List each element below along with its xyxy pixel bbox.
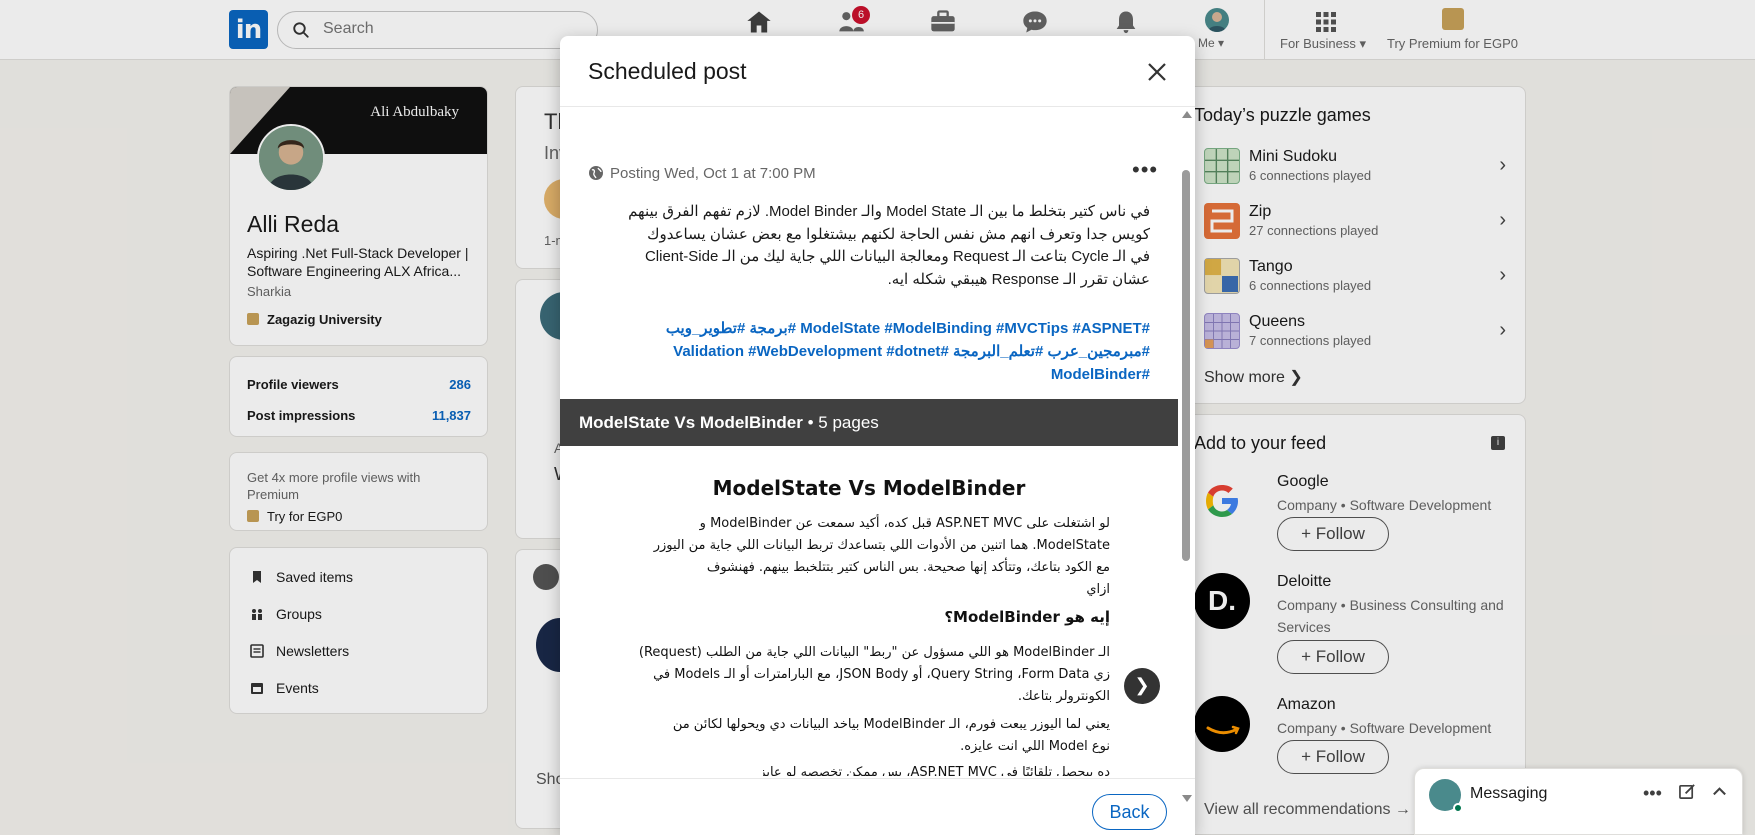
- document-paragraph: يعني لما اليوزر يبعت فورم، الـ ModelBind…: [672, 717, 1110, 754]
- close-icon[interactable]: [1143, 58, 1171, 86]
- document-subheading: إيه هو ModelBinder؟: [944, 608, 1110, 626]
- post-hashtags[interactable]: #ModelState #ModelBinding #MVCTips #ASPN…: [588, 317, 1150, 386]
- posting-schedule: Posting Wed, Oct 1 at 7:00 PM: [588, 165, 816, 182]
- document-paragraph: لو اشتغلت على ASP.NET MVC قبل كده، أكيد …: [653, 516, 1110, 597]
- messaging-dock[interactable]: Messaging •••: [1414, 768, 1743, 835]
- messaging-label[interactable]: Messaging: [1470, 785, 1547, 803]
- globe-icon: [589, 166, 603, 180]
- document-paragraph: الـ ModelBinder هو اللي مسؤول عن "ربط" ا…: [638, 645, 1110, 704]
- compose-icon[interactable]: [1679, 783, 1696, 805]
- document-header-bar: ModelState Vs ModelBinder • 5 pages: [560, 399, 1178, 446]
- document-page[interactable]: ModelState Vs ModelBinder لو اشتغلت على …: [560, 446, 1178, 778]
- scroll-up-arrow[interactable]: [1182, 111, 1192, 118]
- post-line: في الـ Cycle بتاعت الـ Request ومعالجة ا…: [644, 248, 1150, 265]
- chevron-up-icon[interactable]: [1711, 783, 1728, 805]
- hashtag-line[interactable]: #ModelState #ModelBinding #MVCTips #ASPN…: [588, 317, 1150, 340]
- more-options-icon[interactable]: •••: [1132, 157, 1158, 183]
- online-status-dot: [1453, 803, 1463, 813]
- document-paragraph: ده بيحصل تلقائيًا في ASP.NET MVC، بس ممك…: [759, 765, 1110, 776]
- post-line: كويس جدا وتعرف انهم مش نفس الحاجة لكنهم …: [647, 225, 1150, 243]
- modal-footer-divider: [560, 778, 1195, 779]
- document-page-heading: ModelState Vs ModelBinder: [712, 476, 1026, 500]
- post-line: عشان تقرر الـ Response هيبقي شكله ايه.: [887, 270, 1150, 288]
- post-text: في ناس كتير بتخلط ما بين الـ Model State…: [588, 201, 1150, 291]
- hashtag-line[interactable]: #ModelBinder: [588, 363, 1150, 386]
- hashtag-line[interactable]: #مبرمجين_عرب #تعلم_البرمجة #Validation #…: [588, 340, 1150, 363]
- modal-title: Scheduled post: [588, 58, 747, 84]
- scroll-thumb[interactable]: [1182, 170, 1190, 561]
- scheduled-post-modal: Scheduled post Posting Wed, Oct 1 at 7:0…: [560, 36, 1195, 835]
- document-page-count: • 5 pages: [802, 413, 879, 432]
- scroll-down-arrow[interactable]: [1182, 795, 1192, 802]
- modal-body[interactable]: Posting Wed, Oct 1 at 7:00 PM ••• في ناس…: [560, 107, 1178, 778]
- post-line: في ناس كتير بتخلط ما بين الـ Model State…: [628, 203, 1150, 220]
- document-title: ModelState Vs ModelBinder • 5 pages: [579, 413, 879, 432]
- more-options-icon[interactable]: •••: [1643, 783, 1662, 804]
- back-button[interactable]: Back: [1092, 794, 1167, 830]
- next-page-button[interactable]: ❯: [1124, 668, 1160, 704]
